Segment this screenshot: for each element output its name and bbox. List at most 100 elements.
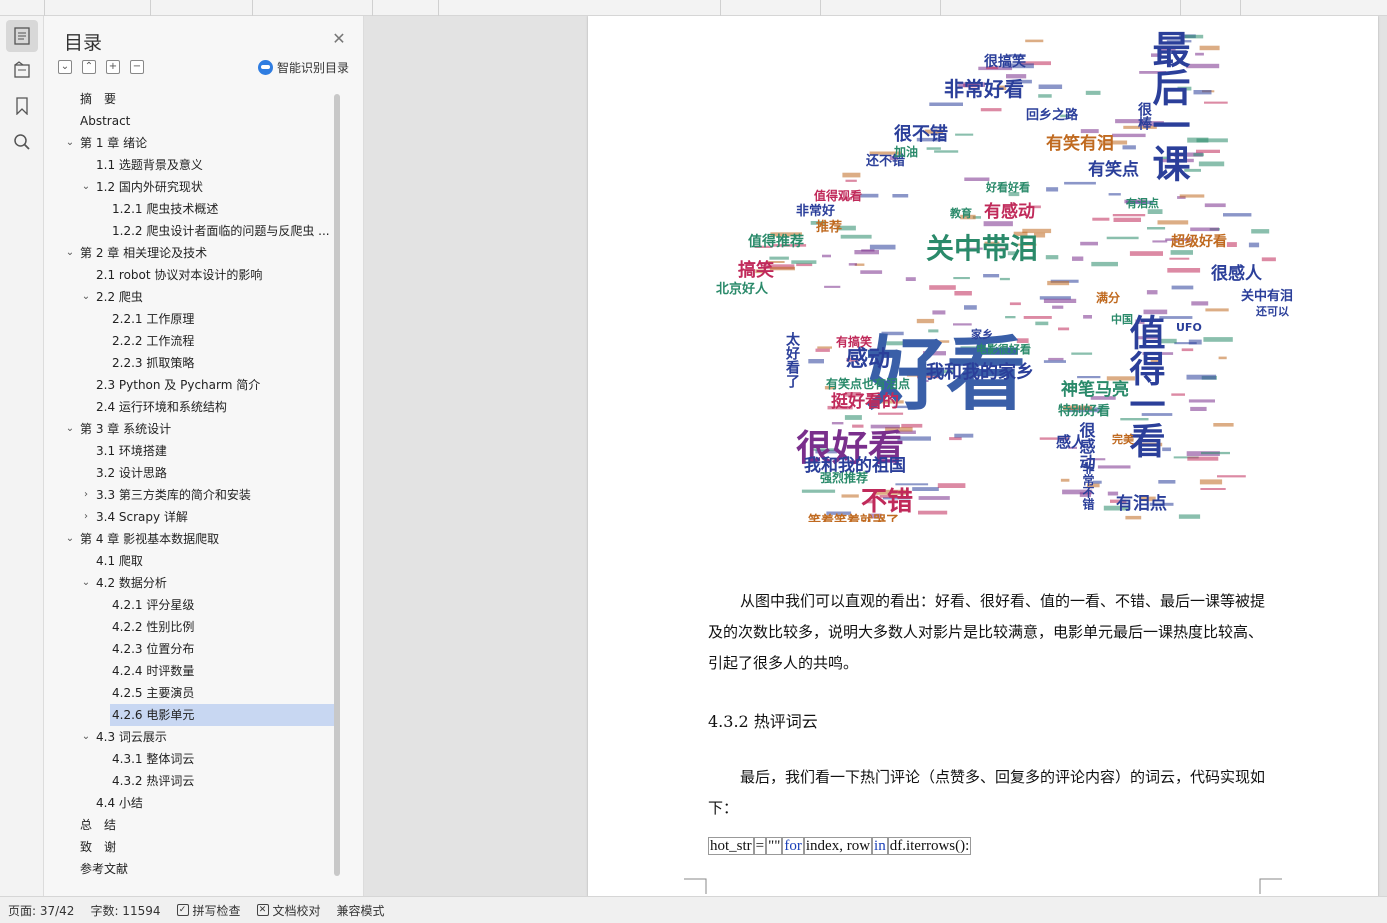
word-cloud-filler bbox=[953, 323, 972, 326]
toc-item[interactable]: 参考文献 bbox=[58, 858, 336, 880]
toc-item-label: 4.3.1 整体词云 bbox=[112, 752, 195, 766]
word-cloud-word: 教育 bbox=[949, 206, 972, 220]
word-cloud-word: 很不错 bbox=[894, 123, 948, 145]
toc-item[interactable]: ⌄ 第 3 章 系统设计 bbox=[58, 418, 336, 440]
word-cloud-filler bbox=[1167, 268, 1201, 273]
word-cloud-filler bbox=[1190, 227, 1219, 232]
toc-item[interactable]: 1.1 选题背景及意义 bbox=[58, 154, 336, 176]
toc-item-label: 2.2 爬虫 bbox=[96, 290, 143, 304]
toc-item[interactable]: › 3.4 Scrapy 详解 bbox=[58, 506, 336, 528]
toc-item[interactable]: 4.2.2 性别比例 bbox=[58, 616, 336, 638]
chevron-down-icon[interactable]: ⌄ bbox=[80, 726, 92, 748]
word-cloud-filler bbox=[1218, 356, 1227, 360]
toc-item[interactable]: ⌄ 1.2 国内外研究现状 bbox=[58, 176, 336, 198]
collapse-down-icon[interactable]: ⌄ bbox=[58, 60, 72, 74]
toc-item[interactable]: ⌄ 4.3 词云展示 bbox=[58, 726, 336, 748]
toc-item[interactable]: 2.2.3 抓取策略 bbox=[58, 352, 336, 374]
word-cloud-filler bbox=[1187, 456, 1219, 461]
chevron-down-icon[interactable]: ⌄ bbox=[80, 572, 92, 594]
toc-item[interactable]: 2.4 运行环境和系统结构 bbox=[58, 396, 336, 418]
bookmark-icon[interactable] bbox=[6, 90, 38, 122]
toc-item[interactable]: 4.3.1 整体词云 bbox=[58, 748, 336, 770]
spell-check-button[interactable]: ✓ 拼写检查 bbox=[169, 902, 249, 919]
remove-heading-icon[interactable]: − bbox=[130, 60, 144, 74]
toc-item[interactable]: 4.2.1 评分星级 bbox=[58, 594, 336, 616]
toc-item-label: 摘 要 bbox=[80, 92, 117, 106]
word-cloud-word: 很棒 bbox=[1136, 101, 1152, 131]
chapter-nav-icon[interactable] bbox=[6, 54, 38, 86]
word-cloud-word: 回乡之路 bbox=[1026, 107, 1079, 123]
chevron-down-icon[interactable]: ⌄ bbox=[64, 528, 76, 550]
doc-proofread-button[interactable]: ✕ 文档校对 bbox=[249, 902, 329, 919]
toc-item[interactable]: ⌄ 第 4 章 影视基本数据爬取 bbox=[58, 528, 336, 550]
toc-item[interactable]: 2.3 Python 及 Pycharm 简介 bbox=[58, 374, 336, 396]
toc-item[interactable]: 4.2.5 主要演员 bbox=[58, 682, 336, 704]
toc-item[interactable]: 2.1 robot 协议对本设计的影响 bbox=[58, 264, 336, 286]
word-cloud-filler bbox=[1113, 217, 1141, 222]
word-cloud-filler bbox=[955, 133, 974, 136]
toc-item[interactable]: 4.2.3 位置分布 bbox=[58, 638, 336, 660]
word-cloud-filler bbox=[1080, 241, 1098, 246]
toc-item[interactable]: Abstract bbox=[58, 110, 336, 132]
toc-item[interactable]: ⌄ 2.2 爬虫 bbox=[58, 286, 336, 308]
word-cloud-filler bbox=[1181, 348, 1194, 352]
chevron-down-icon[interactable]: ⌄ bbox=[80, 176, 92, 198]
smart-toc-button[interactable]: 智能识别目录 bbox=[258, 59, 349, 76]
word-cloud-filler bbox=[964, 305, 977, 310]
chevron-right-icon[interactable]: › bbox=[80, 506, 92, 528]
toc-item-label: 2.4 运行环境和系统结构 bbox=[96, 400, 227, 414]
toc-item[interactable]: 1.2.1 爬虫技术概述 bbox=[58, 198, 336, 220]
toc-item[interactable]: 总 结 bbox=[58, 814, 336, 836]
search-icon[interactable] bbox=[6, 126, 38, 158]
word-cloud-filler bbox=[1251, 229, 1270, 234]
toc-item[interactable]: ⌄ 4.2 数据分析 bbox=[58, 572, 336, 594]
word-cloud-filler bbox=[841, 494, 859, 498]
toc-item[interactable]: › 3.3 第三方类库的简介和安装 bbox=[58, 484, 336, 506]
word-cloud-filler bbox=[1193, 90, 1212, 95]
toc-scrollbar[interactable] bbox=[334, 94, 340, 876]
word-cloud-filler bbox=[916, 318, 935, 324]
page-indicator[interactable]: 页面: 37/42 bbox=[0, 902, 82, 919]
chevron-down-icon[interactable]: ⌄ bbox=[64, 132, 76, 154]
word-cloud-filler bbox=[1064, 181, 1096, 185]
word-cloud-filler bbox=[1157, 220, 1189, 225]
word-cloud-filler bbox=[892, 194, 909, 198]
toc-item[interactable]: 4.2.6 电影单元 bbox=[110, 704, 336, 726]
code-token: index, row bbox=[803, 837, 873, 855]
toc-item[interactable]: 4.2.4 时评数量 bbox=[58, 660, 336, 682]
chevron-right-icon[interactable]: › bbox=[80, 484, 92, 506]
toc-item[interactable]: 2.2.2 工作流程 bbox=[58, 330, 336, 352]
chevron-down-icon[interactable]: ⌄ bbox=[64, 242, 76, 264]
toc-item[interactable]: ⌄ 第 2 章 相关理论及技术 bbox=[58, 242, 336, 264]
toc-item[interactable]: 致 谢 bbox=[58, 836, 336, 858]
toc-item-label: 4.2.2 性别比例 bbox=[112, 620, 195, 634]
toc-item[interactable]: 1.2.2 爬虫设计者面临的问题与反爬虫 ... bbox=[58, 220, 336, 242]
toc-item[interactable]: 3.1 环境搭建 bbox=[58, 440, 336, 462]
add-heading-icon[interactable]: + bbox=[106, 60, 120, 74]
toc-item[interactable]: 摘 要 bbox=[58, 88, 336, 110]
word-cloud-filler bbox=[1043, 298, 1077, 303]
word-cloud-word: 有笑点 bbox=[1088, 159, 1139, 180]
toc-panel-icon[interactable] bbox=[6, 20, 38, 52]
toc-item-label: 总 结 bbox=[80, 818, 117, 832]
toc-item[interactable]: 2.2.1 工作原理 bbox=[58, 308, 336, 330]
toc-item[interactable]: 4.1 爬取 bbox=[58, 550, 336, 572]
toc-item-label: 4.3.2 热评词云 bbox=[112, 774, 195, 788]
toc-item-label: 1.2.2 爬虫设计者面临的问题与反爬虫 ... bbox=[112, 224, 330, 238]
word-cloud-word: 很感人 bbox=[1211, 263, 1263, 284]
toc-item[interactable]: 3.2 设计思路 bbox=[58, 462, 336, 484]
word-count[interactable]: 字数: 11594 bbox=[82, 902, 168, 919]
word-cloud-filler bbox=[869, 244, 896, 250]
close-icon[interactable]: ✕ bbox=[332, 31, 346, 47]
chevron-down-icon[interactable]: ⌄ bbox=[64, 418, 76, 440]
toc-item[interactable]: ⌄ 第 1 章 绪论 bbox=[58, 132, 336, 154]
word-cloud-filler bbox=[912, 487, 939, 491]
toc-item[interactable]: 4.3.2 热评词云 bbox=[58, 770, 336, 792]
word-cloud-filler bbox=[1226, 242, 1237, 247]
chevron-down-icon[interactable]: ⌄ bbox=[80, 286, 92, 308]
toc-item[interactable]: 4.4 小结 bbox=[58, 792, 336, 814]
word-cloud-filler bbox=[1108, 193, 1121, 196]
word-cloud-filler bbox=[1122, 145, 1136, 150]
collapse-up-icon[interactable]: ⌃ bbox=[82, 60, 96, 74]
code-keyword: in bbox=[872, 837, 888, 855]
